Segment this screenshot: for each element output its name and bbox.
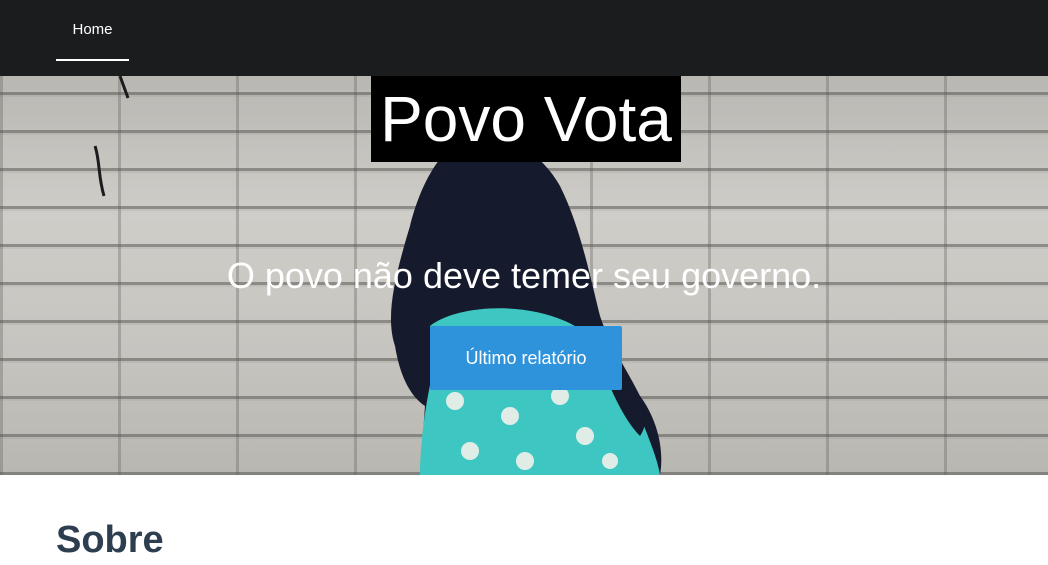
nav-item-home[interactable]: Home [56, 0, 129, 61]
about-section-title: Sobre [56, 519, 164, 561]
hero-subtitle: O povo não deve temer seu governo. [226, 255, 822, 296]
top-navbar: Home [0, 0, 1048, 76]
hero-title: Povo Vota [371, 76, 681, 162]
nav-item-home-label: Home [72, 21, 113, 38]
latest-report-button[interactable]: Último relatório [430, 326, 622, 390]
